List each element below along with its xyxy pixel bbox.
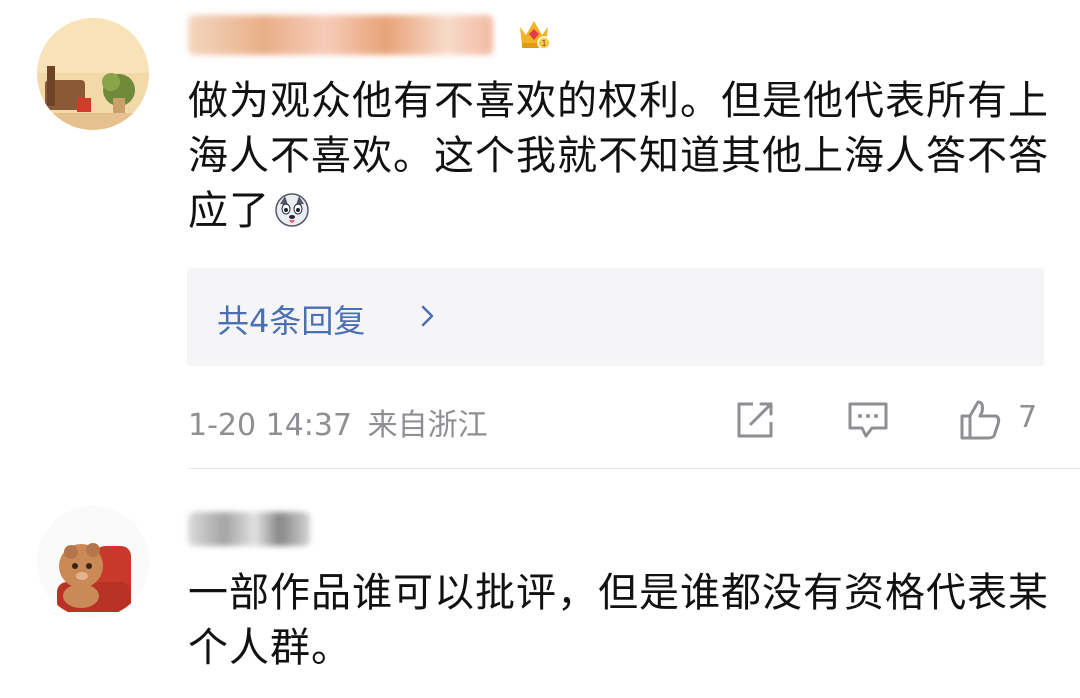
- comment-text: 做为观众他有不喜欢的权利。但是他代表所有上海人不喜欢。这个我就不知道其他上海人答…: [188, 74, 1050, 239]
- comment-item: 一部作品谁可以批评，但是谁都没有资格代表某个人群。: [0, 470, 1080, 698]
- timestamp: 1-20 14:37: [188, 408, 353, 443]
- thumbs-up-icon[interactable]: [958, 398, 1002, 442]
- view-replies-button[interactable]: 共4条回复: [187, 268, 1044, 366]
- avatar[interactable]: [37, 18, 149, 130]
- location: 来自浙江: [367, 408, 488, 443]
- comment-meta: 1-20 14:37 来自浙江: [188, 400, 488, 444]
- comment-text: 一部作品谁可以批评，但是谁都没有资格代表某个人群。: [188, 566, 1050, 676]
- avatar[interactable]: [37, 506, 149, 618]
- comment-item: 1 做为观众他有不喜欢的权利。但是他代表所有上海人不喜欢。这个我就不知道其他上海…: [0, 0, 1080, 470]
- svg-text:1: 1: [541, 39, 546, 48]
- divider: [188, 468, 1080, 469]
- chevron-right-icon: [415, 303, 441, 329]
- husky-emoji-icon: [274, 188, 310, 227]
- share-icon[interactable]: [733, 398, 777, 442]
- username-redacted[interactable]: [188, 512, 310, 546]
- crown-badge-icon: 1: [516, 15, 552, 51]
- comment-body: 一部作品谁可以批评，但是谁都没有资格代表某个人群。: [188, 570, 1049, 671]
- comment-body: 做为观众他有不喜欢的权利。但是他代表所有上海人不喜欢。这个我就不知道其他上海人答…: [188, 78, 1049, 234]
- username-redacted[interactable]: [188, 15, 493, 55]
- comment-icon[interactable]: [846, 398, 890, 442]
- reply-count-label: 共4条回复: [217, 302, 366, 340]
- like-count: 7: [1018, 400, 1038, 435]
